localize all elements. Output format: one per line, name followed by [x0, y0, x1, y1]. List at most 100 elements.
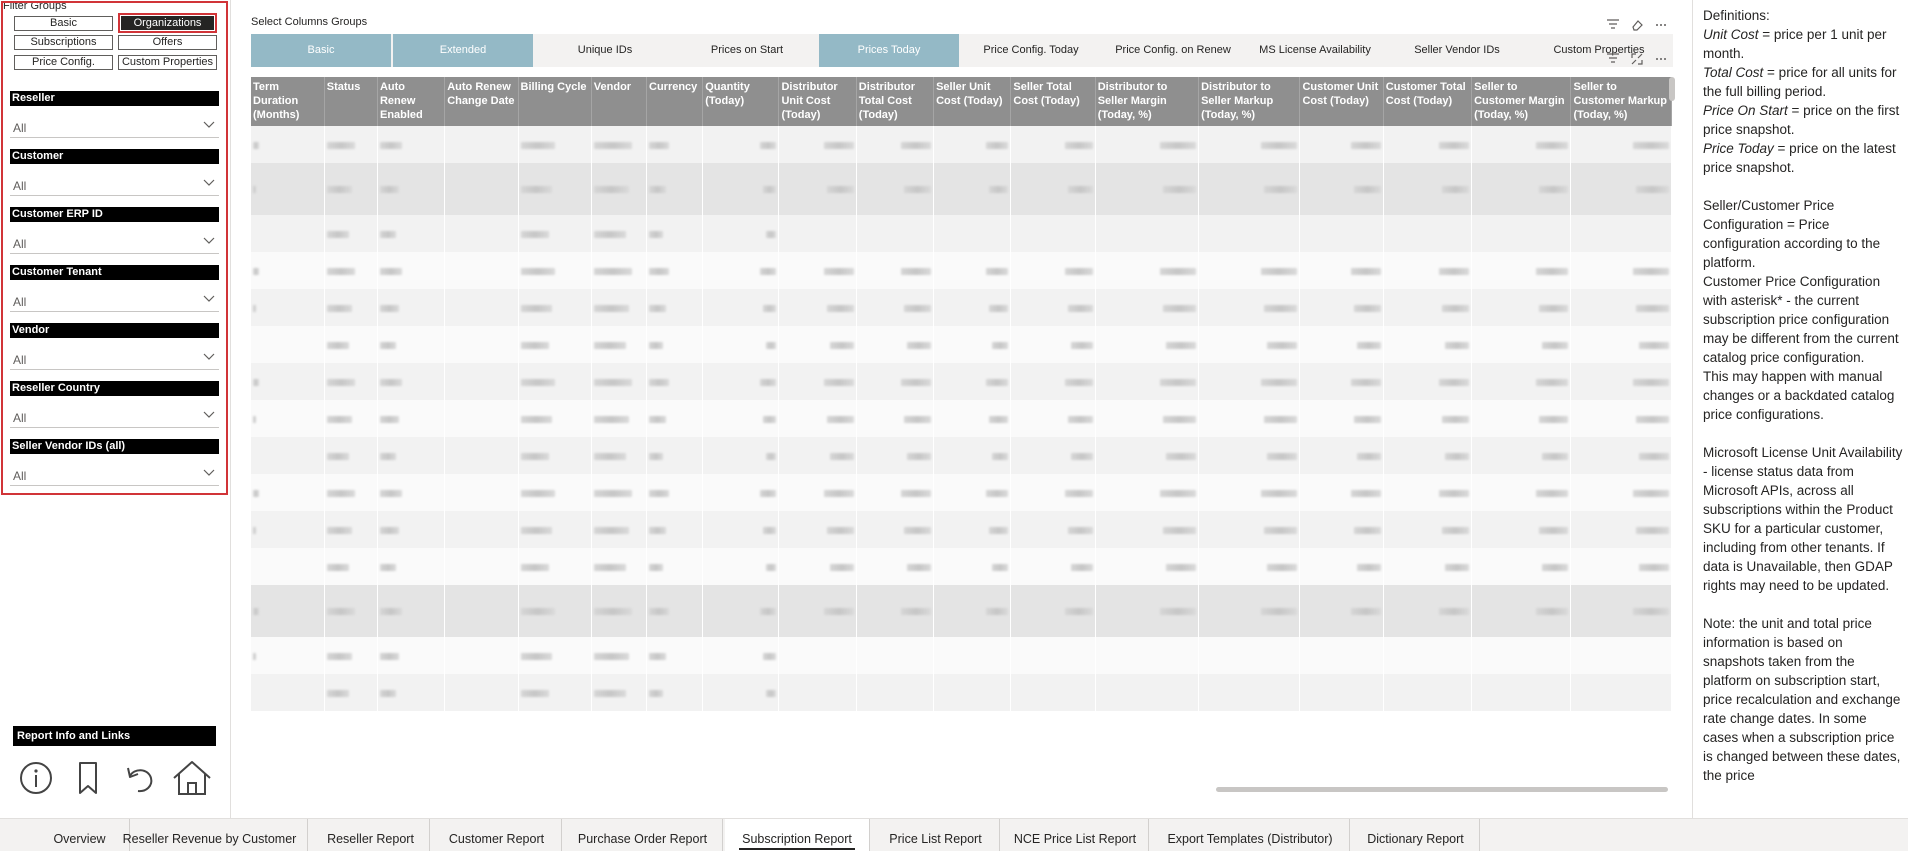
table-cell [377, 437, 446, 474]
table-row[interactable] [251, 363, 1672, 400]
redacted-value [379, 563, 396, 571]
table-row[interactable] [251, 585, 1672, 637]
subscription-table[interactable]: Term Duration (Months) Status Auto Renew… [251, 77, 1675, 786]
tab-extended[interactable]: Extended [393, 34, 533, 67]
table-row[interactable] [251, 215, 1672, 252]
back-arrow-icon[interactable] [118, 756, 162, 800]
tab-ms-license-availability[interactable]: MS License Availability [1245, 34, 1385, 67]
table-row[interactable] [251, 400, 1672, 437]
column-header[interactable]: Auto Renew Enabled [377, 77, 446, 126]
customer-erp-id-dropdown[interactable]: All [10, 228, 219, 254]
filter-group-price-config-button[interactable]: Price Config. [14, 55, 113, 70]
table-cell [646, 474, 704, 511]
column-header[interactable]: Customer Total Cost (Today) [1383, 77, 1473, 126]
reseller-dropdown[interactable]: All [10, 112, 219, 138]
page-tab-purchase-order-report[interactable]: Purchase Order Report [563, 819, 723, 851]
column-header[interactable]: Term Duration (Months) [251, 77, 325, 126]
column-header[interactable]: Quantity (Today) [702, 77, 780, 126]
column-header[interactable]: Status [324, 77, 378, 126]
column-header[interactable]: Distributor Unit Cost (Today) [778, 77, 857, 126]
table-cell [591, 163, 648, 215]
page-tab-reseller-revenue[interactable]: Reseller Revenue by Customer [112, 819, 308, 851]
page-tab-price-list-report[interactable]: Price List Report [872, 819, 1000, 851]
page-tab-subscription-report[interactable]: Subscription Report [725, 819, 870, 851]
table-row[interactable] [251, 437, 1672, 474]
redacted-value [593, 186, 629, 193]
column-header[interactable]: Distributor to Seller Margin (Today, %) [1095, 77, 1200, 126]
table-row[interactable] [251, 252, 1672, 289]
column-header[interactable]: Customer Unit Cost (Today) [1299, 77, 1384, 126]
tab-prices-on-start[interactable]: Prices on Start [677, 34, 817, 67]
table-cell [1198, 289, 1301, 326]
redacted-value [649, 489, 669, 497]
seller-vendor-ids-dropdown[interactable]: All [10, 460, 219, 486]
table-cell [1095, 511, 1200, 548]
definition-item: Total Cost = price for all units for the… [1703, 63, 1903, 101]
filter-icon[interactable] [1606, 52, 1620, 66]
table-cell [518, 126, 592, 163]
page-tab-reseller-report[interactable]: Reseller Report [312, 819, 430, 851]
tab-basic[interactable]: Basic [251, 34, 391, 67]
tab-prices-today[interactable]: Prices Today [819, 34, 959, 67]
tab-price-config-on-renew[interactable]: Price Config. on Renew [1103, 34, 1243, 67]
page-tab-customer-report[interactable]: Customer Report [432, 819, 562, 851]
table-row[interactable] [251, 474, 1672, 511]
table-row[interactable] [251, 289, 1672, 326]
column-header[interactable]: Seller Unit Cost (Today) [933, 77, 1012, 126]
table-cell [444, 637, 519, 674]
price-config-paragraph: Seller/Customer Price Configuration = Pr… [1703, 198, 1881, 270]
filter-group-subscriptions-button[interactable]: Subscriptions [14, 35, 113, 50]
table-row[interactable] [251, 674, 1672, 711]
definition-item: Price Today = price on the latest price … [1703, 139, 1903, 177]
filter-group-organizations-button[interactable]: Organizations [118, 13, 217, 33]
page-tab-dictionary-report[interactable]: Dictionary Report [1352, 819, 1480, 851]
column-header[interactable]: Seller to Customer Markup (Today, %) [1570, 77, 1672, 126]
vendor-dropdown[interactable]: All [10, 344, 219, 370]
column-header[interactable]: Vendor [591, 77, 648, 126]
table-row[interactable] [251, 548, 1672, 585]
column-header[interactable]: Distributor to Seller Markup (Today, %) [1198, 77, 1301, 126]
table-cell [856, 511, 935, 548]
filter-group-custom-properties-button[interactable]: Custom Properties [118, 55, 217, 70]
filter-group-offers-button[interactable]: Offers [118, 35, 217, 50]
table-cell [518, 585, 592, 637]
table-row[interactable] [251, 326, 1672, 363]
vertical-scrollbar[interactable] [1669, 77, 1675, 101]
table-row[interactable] [251, 637, 1672, 674]
table-row[interactable] [251, 126, 1672, 163]
table-cell [1198, 548, 1301, 585]
customer-dropdown[interactable]: All [10, 170, 219, 196]
focus-mode-icon[interactable] [1630, 52, 1644, 66]
tab-seller-vendor-ids[interactable]: Seller Vendor IDs [1387, 34, 1527, 67]
table-row[interactable] [251, 511, 1672, 548]
column-header[interactable]: Distributor Total Cost (Today) [856, 77, 935, 126]
column-header[interactable]: Currency [646, 77, 704, 126]
table-cell [1299, 326, 1384, 363]
home-icon[interactable] [170, 756, 214, 800]
dropdown-value: All [13, 469, 27, 483]
tab-price-config-today[interactable]: Price Config. Today [961, 34, 1101, 67]
table-row[interactable] [251, 163, 1672, 215]
column-header[interactable]: Seller Total Cost (Today) [1010, 77, 1096, 126]
customer-tenant-dropdown[interactable]: All [10, 286, 219, 312]
table-cell [377, 163, 446, 215]
table-cell [518, 474, 592, 511]
more-options-icon[interactable] [1654, 18, 1668, 32]
column-header[interactable]: Auto Renew Change Date [444, 77, 519, 126]
column-header[interactable]: Seller to Customer Margin (Today, %) [1471, 77, 1572, 126]
tab-unique-ids[interactable]: Unique IDs [535, 34, 675, 67]
filter-icon[interactable] [1606, 18, 1620, 32]
table-cell [646, 252, 704, 289]
filter-group-basic-button[interactable]: Basic [14, 16, 113, 31]
horizontal-scrollbar[interactable] [1216, 787, 1668, 792]
page-tab-nce-price-list-report[interactable]: NCE Price List Report [1002, 819, 1149, 851]
more-options-icon[interactable] [1654, 52, 1668, 66]
bookmark-icon[interactable] [66, 756, 110, 800]
column-header[interactable]: Billing Cycle [518, 77, 592, 126]
redacted-value [520, 608, 555, 615]
table-cell [1471, 363, 1572, 400]
info-icon[interactable] [14, 756, 58, 800]
reseller-country-dropdown[interactable]: All [10, 402, 219, 428]
page-tab-export-templates[interactable]: Export Templates (Distributor) [1151, 819, 1350, 851]
eraser-icon[interactable] [1630, 18, 1644, 32]
